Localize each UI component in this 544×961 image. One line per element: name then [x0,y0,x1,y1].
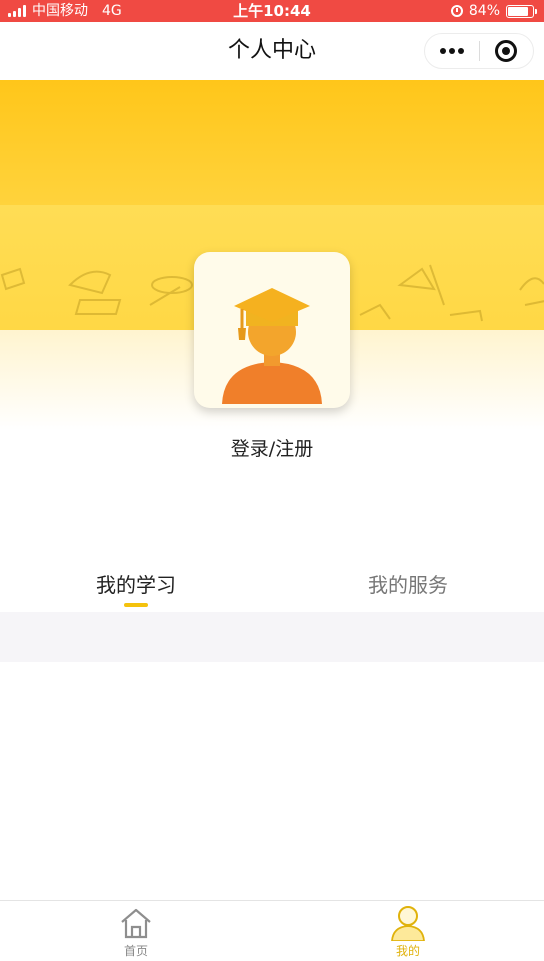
more-dots-icon [439,48,464,54]
banner-band-top [0,80,544,205]
avatar[interactable] [194,252,350,408]
active-tab-indicator [124,603,148,607]
close-button[interactable] [480,34,534,68]
nav-bar: 个人中心 [0,22,544,80]
alarm-icon [450,5,463,17]
tabbar-label-home: 首页 [123,944,148,958]
battery-icon [506,4,537,18]
bottom-tabbar: 首页 我的 [0,900,544,960]
target-circle-icon [495,40,518,62]
status-bar: 中国移动 4G 上午10:44 84% [0,0,544,22]
tabbar-item-mine[interactable]: 我的 [272,901,544,961]
home-icon [121,908,151,939]
content-area-strip [0,612,544,662]
graduate-avatar-icon [222,288,322,404]
more-button[interactable] [425,34,479,68]
login-register-link[interactable]: 登录/注册 [0,434,544,461]
battery-percent: 84% [468,3,500,19]
profile-tabs: 我的学习 我的服务 [0,560,544,612]
mini-program-capsule [424,33,534,69]
tabbar-label-mine: 我的 [395,944,420,958]
user-icon [391,906,425,941]
tab-my-service[interactable]: 我的服务 [272,560,544,612]
status-right: 84% [450,0,537,22]
tabbar-item-home[interactable]: 首页 [0,901,272,961]
